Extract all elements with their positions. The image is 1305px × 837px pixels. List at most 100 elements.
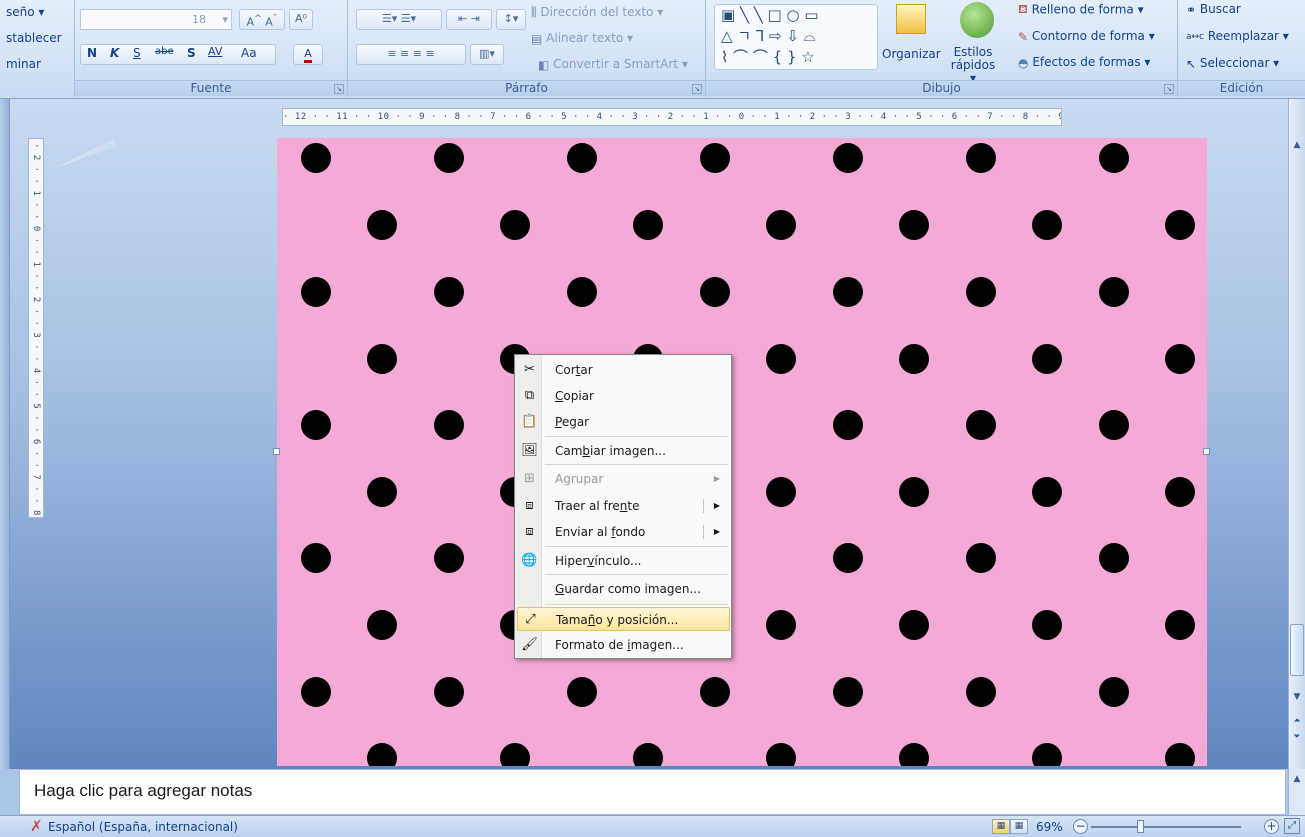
polka-dot	[434, 277, 464, 307]
polka-dot	[1099, 677, 1129, 707]
font-color-button[interactable]: A	[293, 44, 323, 65]
paste-icon: 📋	[521, 414, 538, 429]
zoom-slider[interactable]	[1091, 826, 1241, 828]
context-menu-item[interactable]: ⧈ Enviar al fondo ▶	[517, 520, 730, 544]
organize-icon	[896, 4, 926, 34]
next-slide-icon[interactable]: ⏷	[1289, 729, 1305, 745]
context-menu-item[interactable]: ⧈ Traer al frente ▶	[517, 494, 730, 518]
columns-button[interactable]: ▥▾	[470, 44, 504, 65]
context-menu-item[interactable]: 🌐 Hipervínculo...	[517, 549, 730, 573]
slide-canvas[interactable]	[277, 138, 1207, 766]
context-menu-item[interactable]: 🖌 Formato de imagen...	[517, 633, 730, 657]
grow-shrink-font-buttons[interactable]: A^ Aˇ	[239, 9, 285, 30]
selection-handle-left[interactable]	[273, 448, 280, 455]
organize-button[interactable]: Organizar	[882, 47, 941, 61]
ribbon-group-font: ▾ 18▾ A^ Aˇ A⁰ N K S abe S AV Aa A Fuent…	[75, 0, 348, 97]
polka-dot	[899, 210, 929, 240]
notes-scrollbar[interactable]: ▲	[1288, 769, 1305, 815]
selection-handle-right[interactable]	[1203, 448, 1210, 455]
scroll-up-icon[interactable]: ▲	[1289, 771, 1305, 787]
font-dialog-launcher-icon[interactable]: ↘	[334, 84, 344, 94]
font-group-label: Fuente	[75, 80, 347, 96]
slide-sorter-icon[interactable]: ▦	[1010, 819, 1028, 834]
shape-outline-button[interactable]: ✎ Contorno de forma ▾	[1018, 29, 1155, 44]
scrollbar-thumb[interactable]	[1290, 624, 1304, 676]
context-menu-item-label: Copiar	[555, 389, 594, 403]
reset-button[interactable]: stablecer	[6, 31, 62, 45]
slides-pane-edge[interactable]	[0, 99, 10, 769]
polka-dot	[301, 410, 331, 440]
language-indicator[interactable]: Español (España, internacional)	[48, 820, 238, 834]
context-menu-item-label: Tamaño y posición...	[556, 613, 679, 627]
scroll-up-icon[interactable]: ▲	[1289, 137, 1305, 153]
polka-dot	[966, 677, 996, 707]
effects-icon: ◓	[1018, 55, 1029, 70]
font-size-combo[interactable]: 18 ▾	[188, 9, 232, 30]
scroll-down-icon[interactable]: ▼	[1289, 689, 1305, 705]
menu-separator	[545, 464, 728, 465]
change-case-button[interactable]: Aa	[241, 46, 257, 60]
polka-dot	[833, 543, 863, 573]
alignment-buttons[interactable]: ≡ ≡ ≡ ≡	[356, 44, 466, 65]
status-bar: ✗ Español (España, internacional) ▦ ▦ 69…	[0, 815, 1305, 837]
shadow-button[interactable]: S	[187, 46, 196, 60]
context-menu-item[interactable]: ⤢ Tamaño y posición...	[517, 607, 730, 631]
context-menu-item[interactable]: ⧉ Copiar	[517, 384, 730, 408]
list-buttons[interactable]: ☰▾ ☰▾	[356, 9, 442, 30]
find-button[interactable]: ⚭ Buscar	[1186, 2, 1241, 17]
smartart-button[interactable]: ◧ Convertir a SmartArt ▾	[538, 57, 688, 72]
select-button[interactable]: ↖ Seleccionar ▾	[1186, 56, 1279, 71]
polka-dot	[899, 344, 929, 374]
indent-buttons[interactable]: ⇤ ⇥	[446, 9, 492, 30]
polka-dot	[434, 677, 464, 707]
vertical-scrollbar[interactable]: ▲ ▼ ⏶ ⏷	[1288, 99, 1305, 769]
strikethrough-button[interactable]: abe	[155, 46, 174, 57]
text-direction-button[interactable]: ⫼ Dirección del texto ▾	[531, 5, 663, 20]
italic-button[interactable]: K	[110, 46, 119, 60]
underline-button[interactable]: S	[133, 46, 141, 60]
paragraph-dialog-launcher-icon[interactable]: ↘	[692, 84, 702, 94]
drawing-dialog-launcher-icon[interactable]: ↘	[1164, 84, 1174, 94]
context-menu-item[interactable]: 🖼 Cambiar imagen...	[517, 439, 730, 463]
polka-dot	[766, 477, 796, 507]
polka-dot	[633, 210, 663, 240]
spellcheck-icon[interactable]: ✗	[30, 817, 43, 835]
zoom-level[interactable]: 69%	[1036, 820, 1063, 834]
polka-dot	[367, 477, 397, 507]
polka-dot	[1032, 477, 1062, 507]
polka-dot	[1099, 277, 1129, 307]
context-menu-item-label: Pegar	[555, 415, 590, 429]
replace-button[interactable]: a↔c Reemplazar ▾	[1186, 29, 1289, 43]
line-spacing-button[interactable]: ↕▾	[496, 9, 526, 30]
zoom-out-icon[interactable]: −	[1073, 819, 1088, 834]
polka-dot	[833, 410, 863, 440]
binoculars-icon: ⚭	[1186, 2, 1197, 17]
cursor-arrow-icon: ↖	[1186, 56, 1197, 71]
context-menu-item[interactable]: 📋 Pegar	[517, 410, 730, 434]
align-text-button[interactable]: ▤ Alinear texto ▾	[531, 31, 633, 46]
shape-effects-button[interactable]: ◓ Efectos de formas ▾	[1018, 55, 1150, 70]
shape-fill-button[interactable]: ⛾ Relleno de forma ▾	[1018, 2, 1144, 18]
bold-button[interactable]: N	[87, 46, 97, 60]
delete-button[interactable]: minar	[6, 57, 41, 71]
context-menu-item-label: Enviar al fondo	[555, 525, 646, 539]
char-spacing-button[interactable]: AV	[208, 45, 222, 58]
notes-pane[interactable]: Haga clic para agregar notas	[19, 769, 1286, 815]
context-menu-item[interactable]: ⊞ Agrupar ▶	[517, 467, 730, 491]
design-button[interactable]: seño ▾	[6, 5, 44, 19]
context-menu-item-label: Guardar como imagen...	[555, 582, 701, 596]
context-menu-item[interactable]: ✂ Cortar	[517, 358, 730, 382]
previous-slide-icon[interactable]: ⏶	[1289, 713, 1305, 729]
zoom-slider-thumb[interactable]	[1137, 820, 1145, 833]
polka-dot	[966, 543, 996, 573]
ribbon: seño ▾ stablecer minar ▾ 18▾ A^ Aˇ A⁰ N …	[0, 0, 1305, 99]
polka-dot	[567, 143, 597, 173]
menu-separator	[545, 604, 728, 605]
shapes-gallery[interactable]: ▣ ╲ ╲ □ ○ ▭ △ ㄱ ⅂ ⇨ ⇩ ⌓ ⌇ ⌒ ⌒ { } ☆	[714, 4, 878, 70]
menu-separator	[545, 574, 728, 575]
fit-to-window-icon[interactable]: ⤢	[1284, 818, 1300, 834]
normal-view-icon[interactable]: ▦	[992, 819, 1010, 834]
context-menu-item[interactable]: Guardar como imagen...	[517, 577, 730, 601]
zoom-in-icon[interactable]: +	[1264, 819, 1279, 834]
clear-format-icon[interactable]: A⁰	[289, 9, 313, 30]
